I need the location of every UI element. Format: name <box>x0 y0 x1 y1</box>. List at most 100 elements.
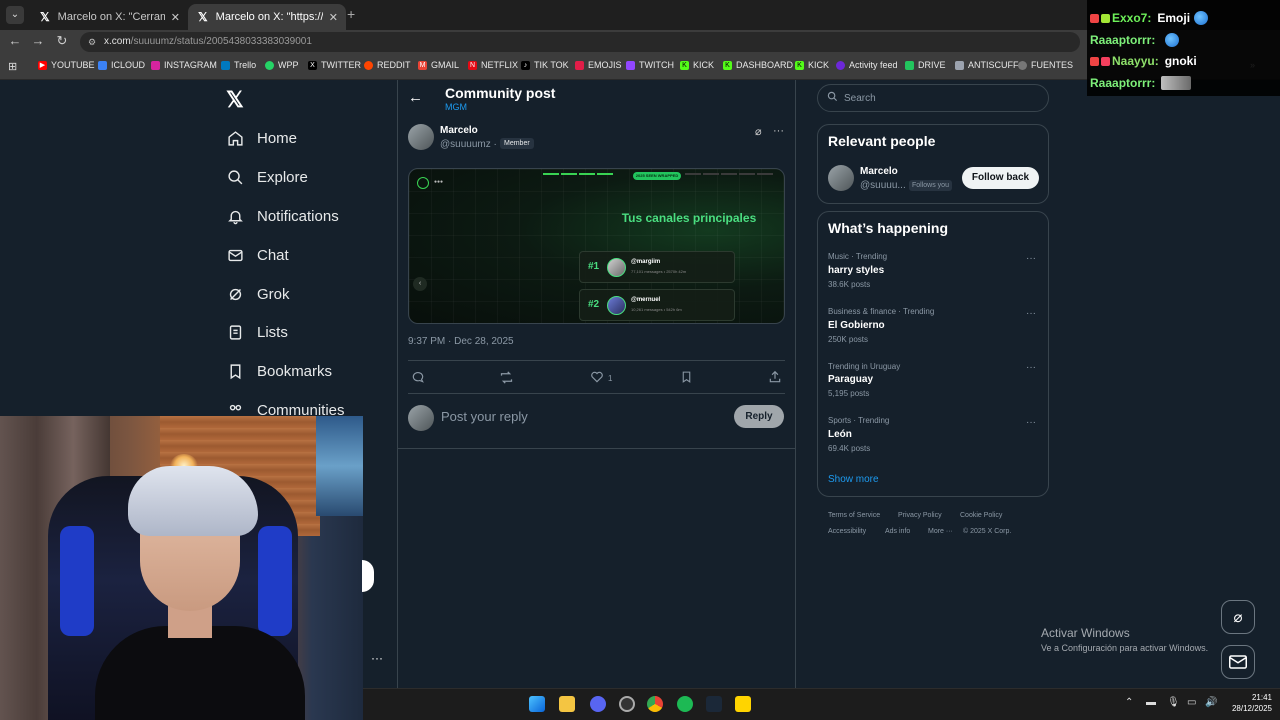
search-input[interactable]: Search <box>817 84 1049 112</box>
avatar[interactable] <box>828 165 854 191</box>
nav-item-notifications[interactable]: Notifications <box>226 203 339 229</box>
more-icon[interactable]: ··· <box>773 125 784 137</box>
grok-icon[interactable]: ⌀ <box>755 125 762 138</box>
media-logo-icon <box>417 177 429 189</box>
bookmark-item[interactable]: X TWITTER <box>308 60 361 70</box>
show-more-link[interactable]: Show more <box>828 474 879 485</box>
like-action[interactable]: 1 <box>590 370 612 387</box>
channel-card: #2 @mernuel 10,261 messages • 542h 6m <box>579 289 735 321</box>
more-icon[interactable]: ··· <box>1026 253 1036 264</box>
avatar[interactable] <box>408 124 434 150</box>
bookmark-item[interactable]: EMOJIS <box>575 60 622 70</box>
more-icon[interactable]: ··· <box>1026 308 1036 319</box>
footer-link[interactable]: Ads info <box>885 528 910 535</box>
nav-item-home[interactable]: Home <box>226 125 297 151</box>
back-arrow-icon[interactable]: ← <box>408 89 423 106</box>
badge-icon <box>1090 56 1099 66</box>
chrome-icon[interactable] <box>647 696 663 712</box>
nav-item-lists[interactable]: Lists <box>226 319 288 345</box>
bookmark-item[interactable]: ♪ TIK TOK <box>521 60 569 70</box>
more-icon[interactable]: ··· <box>1026 362 1036 373</box>
footer-link[interactable]: More ··· <box>928 528 953 535</box>
close-icon[interactable]: ✕ <box>329 11 338 24</box>
discord-icon[interactable] <box>590 696 606 712</box>
volume-icon[interactable]: 🔊 <box>1205 697 1217 708</box>
reply-button[interactable]: Reply <box>734 405 784 428</box>
community-name[interactable]: MGM <box>445 102 467 112</box>
relevant-person-name[interactable]: Marcelo <box>860 166 898 177</box>
close-icon[interactable]: ✕ <box>171 11 180 24</box>
trend-name[interactable]: El Gobierno <box>828 320 885 331</box>
share-action[interactable] <box>768 370 782 387</box>
bookmark-item[interactable]: K KICK <box>680 60 714 70</box>
grok-icon <box>226 285 244 303</box>
footer-link[interactable]: Accessibility <box>828 528 866 535</box>
apps-grid-icon[interactable]: ⊞ <box>8 60 17 73</box>
steam-icon[interactable] <box>706 696 722 712</box>
nav-item-grok[interactable]: Grok <box>226 281 290 307</box>
footer-link[interactable]: Cookie Policy <box>960 512 1002 519</box>
trend-name[interactable]: harry styles <box>828 265 884 276</box>
account-switcher-button[interactable] <box>362 560 374 592</box>
taskbar-clock[interactable]: 21:41 28/12/2025 <box>1226 692 1272 714</box>
bookmark-item[interactable]: INSTAGRAM <box>151 60 217 70</box>
bookmark-item[interactable]: DRIVE <box>905 60 946 70</box>
start-icon[interactable] <box>529 696 545 712</box>
network-icon[interactable]: ▭ <box>1187 697 1196 708</box>
bookmark-item[interactable]: ▶ YOUTUBE <box>38 60 95 70</box>
bookmark-item[interactable]: WPP <box>265 60 299 70</box>
bookmark-action[interactable] <box>680 370 693 387</box>
browser-tab[interactable]: 𝕏 Marcelo on X: "Cerramos debat ✕ <box>30 4 188 30</box>
repost-action[interactable] <box>499 370 514 388</box>
bookmark-item[interactable]: K KICK <box>795 60 829 70</box>
bookmark-item[interactable]: REDDIT <box>364 60 411 70</box>
site-info-icon[interactable]: ⚙ <box>88 32 96 52</box>
microphone-icon[interactable]: 🎙 <box>1167 697 1180 708</box>
bookmark-item[interactable]: Trello <box>221 60 256 70</box>
bookmark-item[interactable]: M GMAIL <box>418 60 459 70</box>
forward-icon[interactable]: → <box>29 33 47 48</box>
reload-icon[interactable]: ↻ <box>53 33 71 49</box>
address-bar[interactable]: ⚙ x.com/suuuumz/status/20054380333830390… <box>80 32 1080 52</box>
relevant-person-handle[interactable]: @suuuu... <box>860 180 906 191</box>
more-icon[interactable]: ··· <box>1026 417 1036 428</box>
bookmark-item[interactable]: ANTISCUFF <box>955 60 1019 70</box>
bookmark-item[interactable]: FUENTES <box>1018 60 1073 70</box>
nav-item-explore[interactable]: Explore <box>226 164 308 190</box>
tab-search-icon[interactable]: ⌄ <box>6 6 24 24</box>
bookmark-item[interactable]: Activity feed <box>836 60 898 70</box>
back-icon[interactable]: ← <box>6 33 24 48</box>
grok-fab-icon[interactable]: ⌀ <box>1221 600 1255 634</box>
chevron-up-icon[interactable]: ⌃ <box>1125 697 1133 708</box>
footer-link[interactable]: Terms of Service <box>828 512 880 519</box>
bookmark-item[interactable]: N NETFLIX <box>468 60 518 70</box>
browser-tab-active[interactable]: 𝕏 Marcelo on X: "https://t.co/CWi ✕ <box>188 4 346 30</box>
nav-item-chat[interactable]: Chat <box>226 242 289 268</box>
obs-icon[interactable] <box>619 696 635 712</box>
bookmark-item[interactable]: K DASHBOARD <box>723 60 793 70</box>
footer-link[interactable]: Privacy Policy <box>898 512 942 519</box>
file-explorer-icon[interactable] <box>559 696 575 712</box>
sticky-notes-icon[interactable] <box>735 696 751 712</box>
bookmark-item[interactable]: ICLOUD <box>98 60 145 70</box>
reply-input[interactable]: Post your reply <box>441 409 528 424</box>
more-icon[interactable]: ··· <box>371 651 383 665</box>
author-handle[interactable]: @suuuumz · <box>440 139 497 150</box>
trend-name[interactable]: Paraguay <box>828 374 873 385</box>
trend-posts: 38.6K posts <box>828 280 871 289</box>
reply-action[interactable] <box>411 370 425 387</box>
post-media-image[interactable]: ●●● 2025 SEEN WRAPPED Tus canales princi… <box>408 168 785 324</box>
x-logo-icon[interactable]: 𝕏 <box>226 87 244 113</box>
new-tab-icon[interactable]: + <box>347 6 355 22</box>
follow-back-button[interactable]: Follow back <box>962 167 1039 189</box>
bookmark-item[interactable]: TWITCH <box>626 60 674 70</box>
media-headline: Tus canales principales <box>621 211 757 225</box>
spotify-icon[interactable] <box>677 696 693 712</box>
nav-item-bookmarks[interactable]: Bookmarks <box>226 358 332 384</box>
language-icon[interactable]: ▬ <box>1146 697 1156 708</box>
trend-name[interactable]: León <box>828 429 852 440</box>
chevron-left-icon[interactable]: ‹ <box>413 277 427 291</box>
messages-fab-icon[interactable] <box>1221 645 1255 679</box>
author-name[interactable]: Marcelo <box>440 125 478 136</box>
post-timestamp[interactable]: 9:37 PM · Dec 28, 2025 <box>408 336 514 347</box>
